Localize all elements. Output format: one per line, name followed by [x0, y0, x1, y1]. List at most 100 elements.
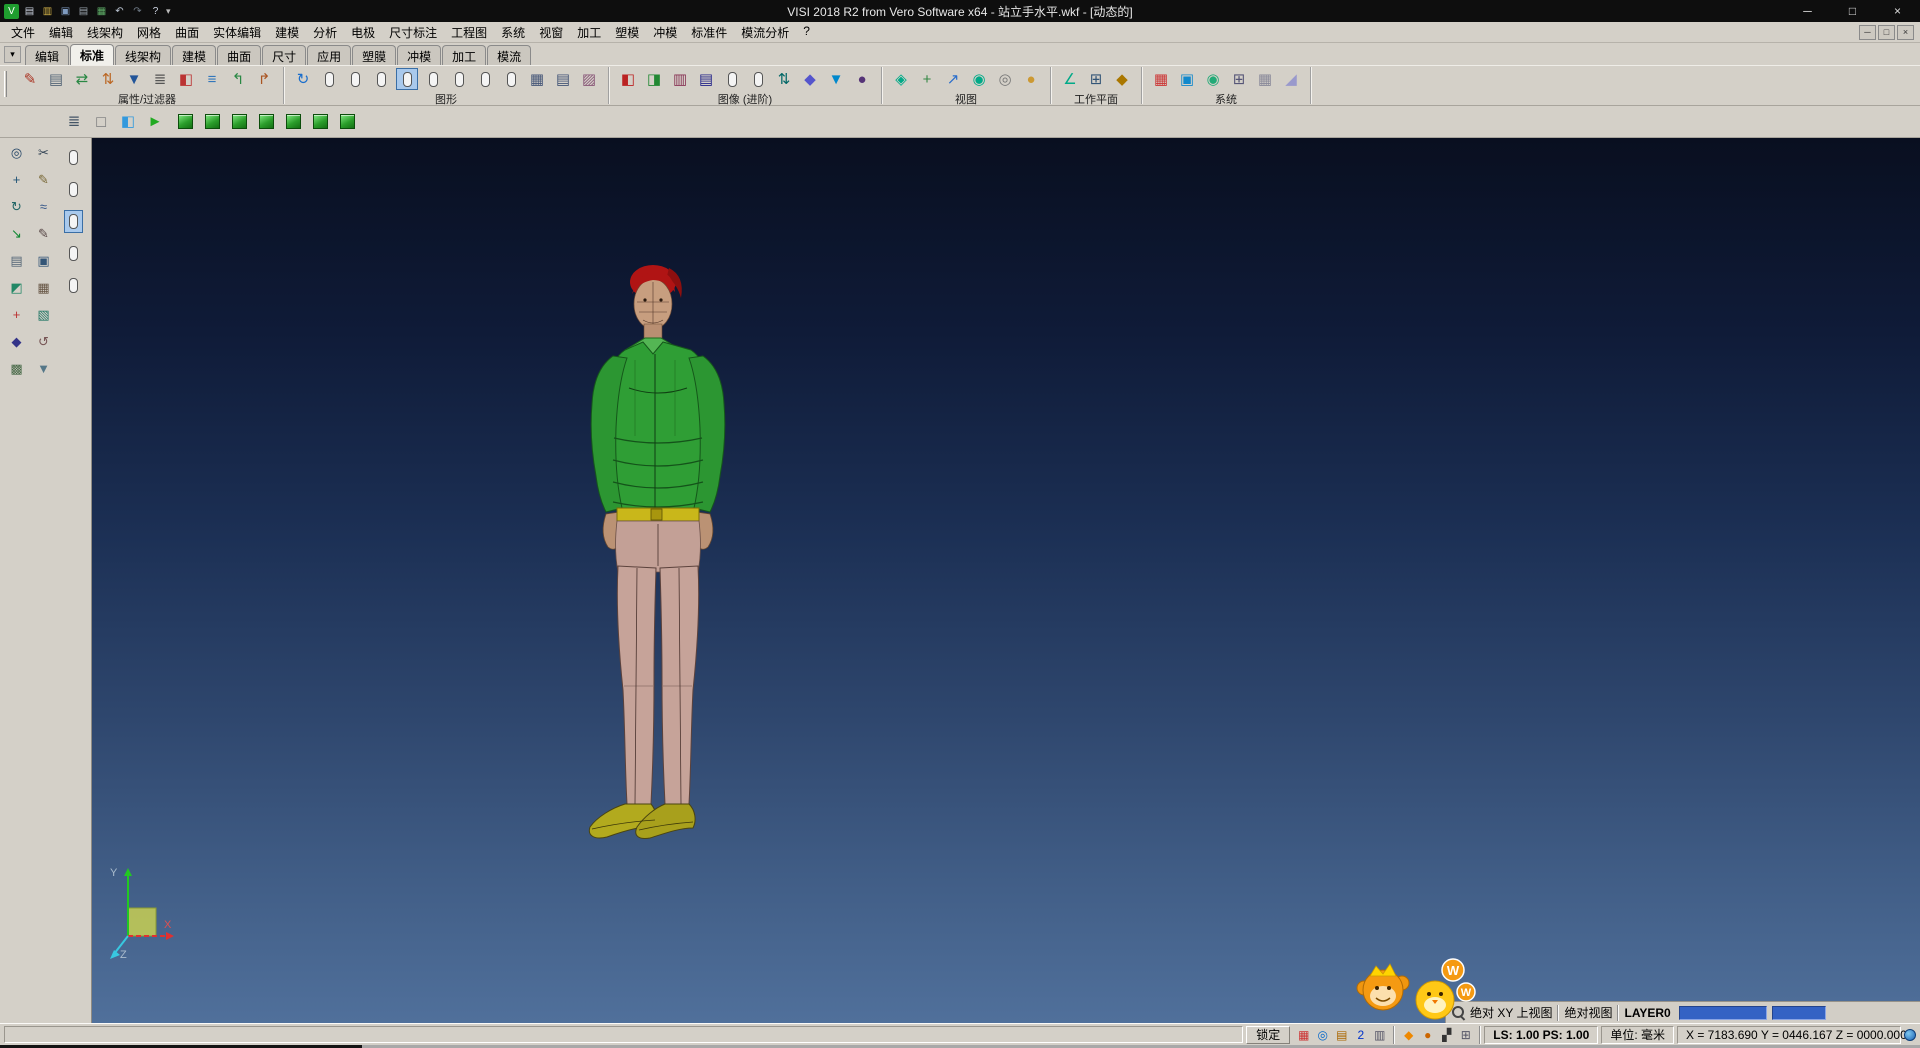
menu-item[interactable]: 文件 — [4, 22, 42, 43]
advanced-filter-1-icon[interactable] — [721, 68, 743, 90]
snap-tool-icon[interactable]: + — [6, 169, 27, 190]
visi-logo[interactable]: V — [4, 4, 19, 19]
back-view-cube[interactable] — [308, 110, 332, 134]
measure-icon[interactable]: ◢ — [1280, 68, 1302, 90]
mdi-close-button[interactable]: × — [1897, 25, 1914, 40]
section-tool-icon[interactable]: ▧ — [33, 304, 54, 325]
graphics-filter-5-icon[interactable] — [422, 68, 444, 90]
graphics-filter-2-icon[interactable] — [344, 68, 366, 90]
menu-item[interactable]: 冲模 — [646, 22, 684, 43]
shading-options-icon[interactable]: ▦ — [526, 68, 548, 90]
menu-item[interactable]: 工程图 — [444, 22, 494, 43]
menu-item[interactable]: 建模 — [268, 22, 306, 43]
lock-toggle[interactable]: 锁定 — [1246, 1026, 1290, 1044]
hatch-display-icon[interactable]: ▨ — [578, 68, 600, 90]
split-view-icon[interactable]: ◧ — [116, 110, 140, 134]
filter-select-icon[interactable]: ▼ — [123, 68, 145, 90]
axis-toggle-icon[interactable]: ▞ — [1438, 1026, 1455, 1043]
graphics-filter-3-icon[interactable] — [370, 68, 392, 90]
keyboard-toggle-icon[interactable]: ▥ — [1371, 1026, 1388, 1043]
menu-item[interactable]: 标准件 — [684, 22, 734, 43]
graphics-filter-4-icon[interactable] — [396, 68, 418, 90]
zoom-all-icon[interactable]: ◈ — [890, 68, 912, 90]
save-icon[interactable]: ▣ — [58, 4, 73, 19]
saved-views-icon[interactable]: ● — [1020, 68, 1042, 90]
display-filter-e-icon[interactable] — [64, 274, 83, 297]
pattern-tool-icon[interactable]: ▩ — [6, 358, 27, 379]
front-view-cube[interactable] — [227, 110, 251, 134]
redraw-icon[interactable]: ↻ — [292, 68, 314, 90]
layers-icon[interactable]: ≣ — [149, 68, 171, 90]
workplane-align-icon[interactable]: ◆ — [1111, 68, 1133, 90]
assistant-toggle-icon[interactable]: ● — [1419, 1026, 1436, 1043]
pan-view-icon[interactable]: ↗ — [942, 68, 964, 90]
add-entity-icon[interactable]: + — [6, 304, 27, 325]
top-view-cube[interactable] — [200, 110, 224, 134]
view-orientation-label[interactable]: 绝对 XY 上视图 — [1470, 1004, 1552, 1021]
measure-tool-icon[interactable]: ≈ — [33, 196, 54, 217]
tab-dimension[interactable]: 尺寸 — [262, 45, 306, 65]
tab-flow[interactable]: 模流 — [487, 45, 531, 65]
print-icon[interactable]: ▤ — [76, 4, 91, 19]
menu-item[interactable]: 实体编辑 — [206, 22, 268, 43]
copy-attributes-icon[interactable]: ⇄ — [71, 68, 93, 90]
tab-mould[interactable]: 塑膜 — [352, 45, 396, 65]
new-window-icon[interactable]: ◻ — [89, 110, 113, 134]
shade-tool-icon[interactable]: ◩ — [6, 277, 27, 298]
menu-item[interactable]: 加工 — [570, 22, 608, 43]
menu-item[interactable]: ? — [796, 22, 817, 43]
color-filter-icon[interactable]: ◧ — [175, 68, 197, 90]
tab-die[interactable]: 冲模 — [397, 45, 441, 65]
advanced-shade-icon[interactable]: ◧ — [617, 68, 639, 90]
connection-status-icon[interactable] — [1904, 1029, 1916, 1041]
mesh-tool-icon[interactable]: ▦ — [33, 277, 54, 298]
minimize-button[interactable]: ─ — [1785, 0, 1830, 22]
iso-view-cube[interactable] — [173, 110, 197, 134]
workplane-icon[interactable]: ∠ — [1059, 68, 1081, 90]
offset-tool-icon[interactable]: ↘ — [6, 223, 27, 244]
human-model-3d[interactable] — [565, 256, 749, 868]
left-view-cube[interactable] — [281, 110, 305, 134]
export-tool-icon[interactable]: ▼ — [33, 358, 54, 379]
menu-item[interactable]: 网格 — [130, 22, 168, 43]
prev-filter-icon[interactable]: ↰ — [227, 68, 249, 90]
mdi-restore-button[interactable]: □ — [1878, 25, 1895, 40]
workplane-grid-icon[interactable]: ⊞ — [1085, 68, 1107, 90]
tab-machining[interactable]: 加工 — [442, 45, 486, 65]
plot-icon[interactable]: ▦ — [94, 4, 109, 19]
close-button[interactable]: × — [1875, 0, 1920, 22]
tab-edit[interactable]: 编辑 — [25, 45, 69, 65]
transparency-icon[interactable]: ◆ — [799, 68, 821, 90]
redo-icon[interactable]: ↷ — [130, 4, 145, 19]
sheet-tool-icon[interactable]: ▤ — [6, 250, 27, 271]
rotate-view-icon[interactable]: ◉ — [968, 68, 990, 90]
menu-item[interactable]: 线架构 — [80, 22, 130, 43]
point-tool-icon[interactable]: ◆ — [6, 331, 27, 352]
undo-tool-icon[interactable]: ↺ — [33, 331, 54, 352]
display-filter-c-icon[interactable] — [64, 210, 83, 233]
grid-settings-icon[interactable]: ▦ — [1254, 68, 1276, 90]
units-indicator[interactable]: 单位: 毫米 — [1601, 1026, 1674, 1044]
cube-toggle-icon[interactable]: ◆ — [1400, 1026, 1417, 1043]
print-preview-icon[interactable]: ▤ — [45, 68, 67, 90]
select-mode-icon[interactable]: ► — [143, 110, 167, 134]
tab-dropdown-icon[interactable]: ▾ — [4, 46, 21, 63]
status-color-bar[interactable] — [1772, 1006, 1826, 1020]
menu-item[interactable]: 电极 — [344, 22, 382, 43]
undo-icon[interactable]: ↶ — [112, 4, 127, 19]
tab-standard[interactable]: 标准 — [70, 44, 114, 65]
menu-item[interactable]: 视窗 — [532, 22, 570, 43]
viewport-3d[interactable]: Y X Z — [92, 138, 1920, 1023]
properties-icon[interactable]: ✎ — [19, 68, 41, 90]
maximize-button[interactable]: □ — [1830, 0, 1875, 22]
menu-item[interactable]: 编辑 — [42, 22, 80, 43]
graphics-filter-6-icon[interactable] — [448, 68, 470, 90]
zoom-toggle-icon[interactable]: ◎ — [1314, 1026, 1331, 1043]
advanced-hidden-icon[interactable]: ▥ — [669, 68, 691, 90]
advanced-render-icon[interactable]: ▤ — [695, 68, 717, 90]
zoom-tool-icon[interactable]: ◎ — [6, 142, 27, 163]
graphics-filter-7-icon[interactable] — [474, 68, 496, 90]
grid-toggle-icon[interactable]: ▦ — [1295, 1026, 1312, 1043]
layer-list-icon[interactable]: ≣ — [62, 110, 86, 134]
display-options-icon[interactable]: ▤ — [552, 68, 574, 90]
